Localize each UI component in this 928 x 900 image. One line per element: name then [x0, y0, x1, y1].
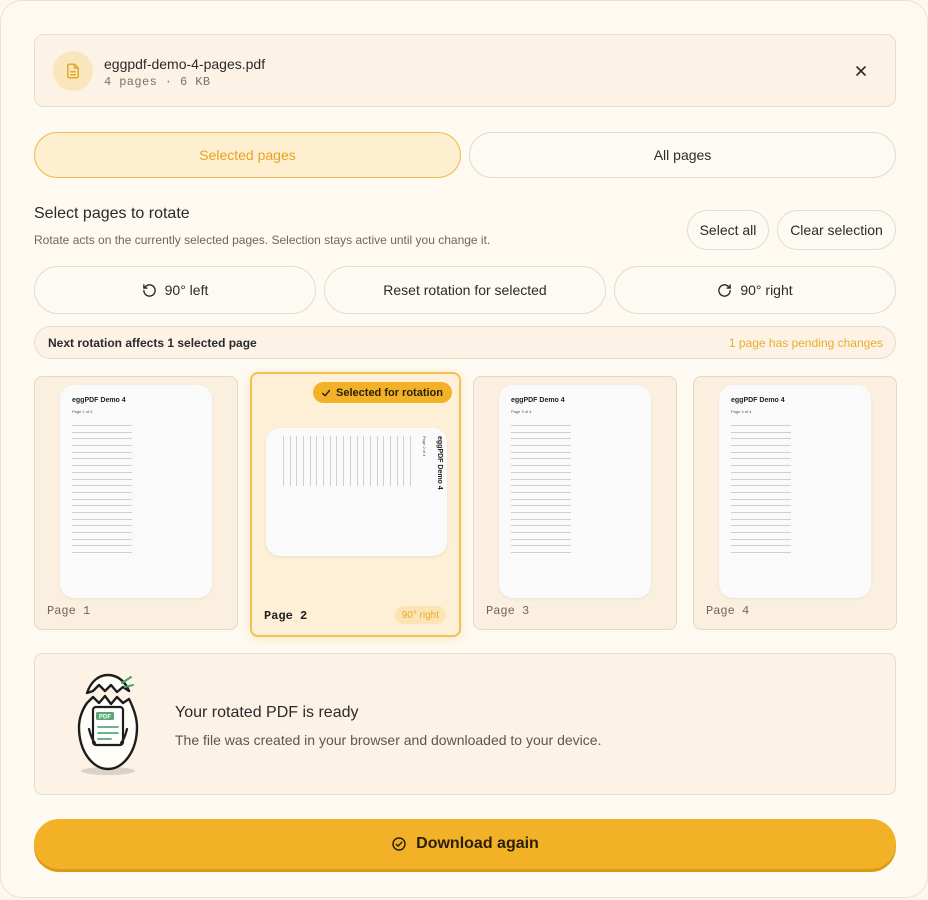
status-summary: Next rotation affects 1 selected page [48, 336, 257, 350]
section-title: Select pages to rotate [34, 205, 190, 222]
rotate-left-label: 90° left [164, 282, 209, 298]
thumbnail-title: eggPDF Demo 4 [731, 397, 785, 404]
download-again-button[interactable]: Download again [34, 819, 896, 869]
download-again-label: Download again [416, 835, 539, 852]
reset-rotation-label: Reset rotation for selected [383, 282, 547, 298]
section-description: Rotate acts on the currently selected pa… [34, 233, 491, 247]
file-name: eggpdf-demo-4-pages.pdf [104, 56, 266, 72]
close-icon [856, 66, 866, 76]
reset-rotation-button[interactable]: Reset rotation for selected [324, 266, 606, 314]
close-file-button[interactable] [849, 59, 873, 83]
pending-changes-status: 1 page has pending changes [728, 336, 883, 350]
thumbnail-subtitle: Page 4 of 4 [731, 409, 752, 414]
page-thumbnail-rotated: eggPDF Demo 4 Page 2 of 4 [266, 428, 447, 556]
rotate-left-button[interactable]: 90° left [34, 266, 316, 314]
selected-badge-label: Selected for rotation [336, 386, 443, 399]
result-description: The file was created in your browser and… [175, 732, 602, 748]
thumbnail-subtitle: Page 2 of 4 [422, 436, 427, 457]
rotate-panel: eggpdf-demo-4-pages.pdf 4 pages · 6 KB S… [0, 0, 928, 898]
thumbnail-text-lines [731, 425, 791, 559]
result-title: Your rotated PDF is ready [175, 704, 359, 721]
page-card-2[interactable]: Selected for rotation eggPDF Demo 4 Page… [250, 372, 461, 637]
page-card-1[interactable]: eggPDF Demo 4 Page 1 of 4 Page 1 [34, 376, 238, 630]
page-label: Page 3 [486, 604, 530, 618]
thumbnail-title: eggPDF Demo 4 [72, 397, 126, 404]
page-label: Page 1 [47, 604, 91, 618]
page-thumbnail: eggPDF Demo 4 Page 1 of 4 [60, 385, 212, 598]
rotation-badge: 90° right [394, 606, 446, 624]
tab-all-pages[interactable]: All pages [469, 132, 896, 178]
selected-badge: Selected for rotation [313, 382, 452, 403]
page-label: Page 2 [264, 609, 308, 623]
clear-selection-button[interactable]: Clear selection [777, 210, 896, 250]
file-card: eggpdf-demo-4-pages.pdf 4 pages · 6 KB [34, 34, 896, 107]
check-icon [321, 389, 331, 396]
rotate-ccw-icon [142, 283, 156, 297]
rotation-status-bar: Next rotation affects 1 selected page 1 … [34, 326, 896, 359]
tab-selected-pages[interactable]: Selected pages [34, 132, 461, 178]
thumbnail-title: eggPDF Demo 4 [511, 397, 565, 404]
thumbnail-title: eggPDF Demo 4 [436, 436, 443, 490]
rotate-cw-icon [718, 283, 732, 297]
page-thumbnail: eggPDF Demo 4 Page 4 of 4 [719, 385, 871, 598]
page-card-3[interactable]: eggPDF Demo 4 Page 3 of 4 Page 3 [473, 376, 677, 630]
thumbnail-text-lines [72, 425, 132, 559]
check-circle-icon [392, 837, 406, 851]
file-meta: 4 pages · 6 KB [104, 75, 211, 89]
rotate-right-label: 90° right [740, 282, 793, 298]
thumbnail-subtitle: Page 3 of 4 [511, 409, 532, 414]
rotate-right-button[interactable]: 90° right [614, 266, 896, 314]
egg-mascot-icon: PDF [77, 673, 139, 775]
thumbnail-subtitle: Page 1 of 4 [72, 409, 93, 414]
page-card-4[interactable]: eggPDF Demo 4 Page 4 of 4 Page 4 [693, 376, 897, 630]
thumbnail-text-lines [511, 425, 571, 559]
document-icon [53, 51, 93, 91]
page-thumbnail: eggPDF Demo 4 Page 3 of 4 [499, 385, 651, 598]
select-all-button[interactable]: Select all [687, 210, 769, 250]
thumbnail-text-lines [277, 436, 411, 486]
page-label: Page 4 [706, 604, 750, 618]
result-card: PDF Your rotated PDF is ready The file w… [34, 653, 896, 795]
egg-pdf-badge: PDF [99, 715, 111, 721]
